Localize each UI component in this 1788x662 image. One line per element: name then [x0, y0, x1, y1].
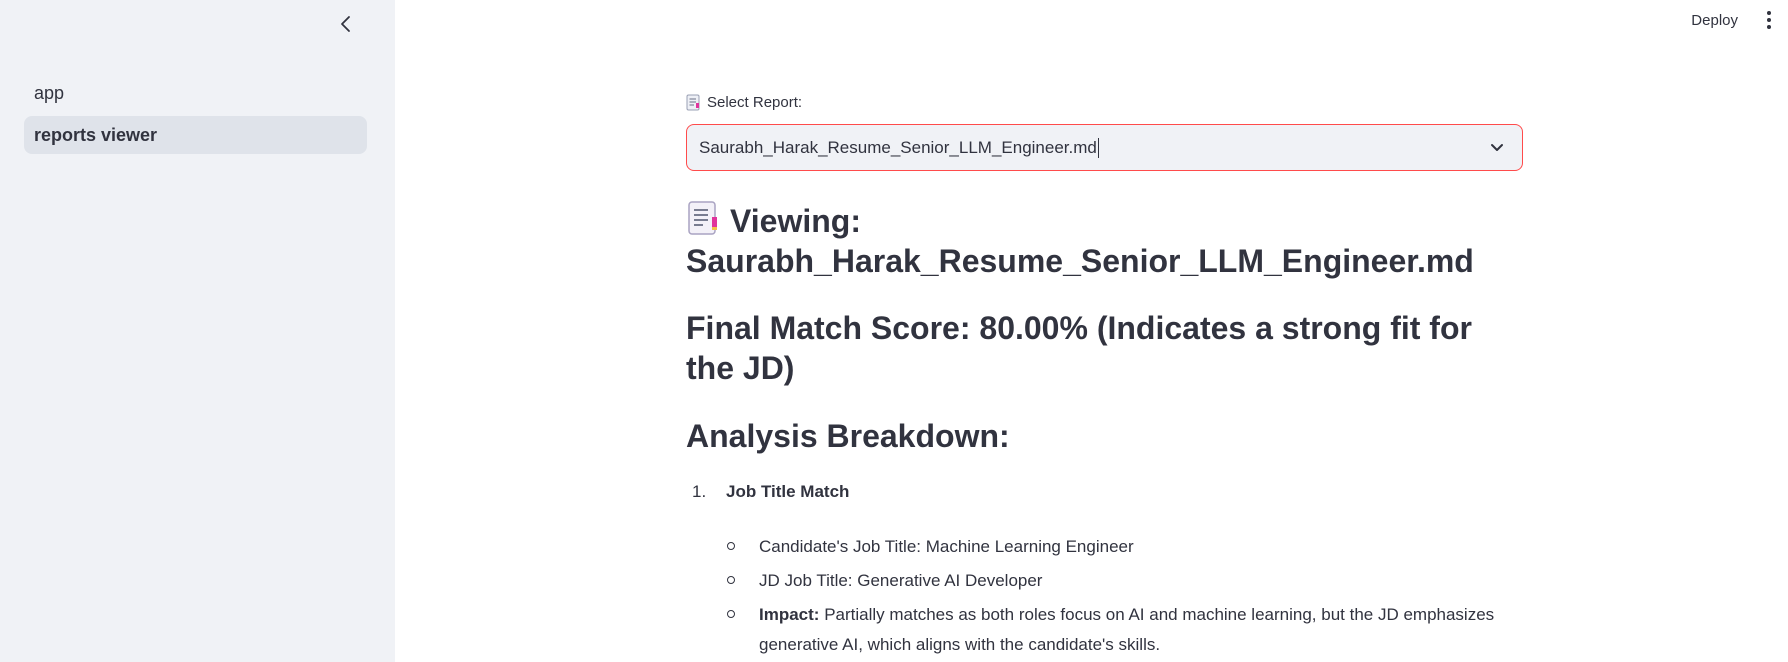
top-toolbar: Deploy: [1679, 0, 1788, 40]
kebab-dot: [1767, 11, 1771, 15]
report-select-value: Saurabh_Harak_Resume_Senior_LLM_Engineer…: [699, 137, 1097, 157]
bullet-item: Impact: Partially matches as both roles …: [725, 600, 1515, 660]
main-menu-button[interactable]: [1756, 0, 1782, 40]
collapse-sidebar-button[interactable]: [332, 10, 360, 38]
viewing-prefix: Viewing:: [730, 203, 861, 239]
bullet-text: JD Job Title: Generative AI Developer: [759, 571, 1043, 590]
viewing-filename: Saurabh_Harak_Resume_Senior_LLM_Engineer…: [686, 243, 1474, 279]
kebab-dot: [1767, 25, 1771, 29]
final-match-score-heading: Final Match Score: 80.00% (Indicates a s…: [686, 310, 1472, 386]
list-item: 1. Job Title Match: [692, 482, 849, 502]
chevron-left-icon: [341, 16, 350, 32]
document-icon: [688, 201, 717, 235]
chevron-down-icon[interactable]: [1488, 138, 1506, 156]
bullet-bold-label: Impact:: [759, 605, 820, 624]
bullet-list: Candidate's Job Title: Machine Learning …: [725, 532, 1515, 662]
bullet-text: Candidate's Job Title: Machine Learning …: [759, 537, 1134, 556]
select-report-label: Select Report:: [686, 94, 802, 111]
viewing-heading: Viewing: Saurabh_Harak_Resume_Senior_LLM…: [686, 200, 1506, 281]
text-cursor: [1097, 137, 1099, 158]
bullet-marker: [725, 566, 759, 596]
sidebar-item-reports-viewer[interactable]: reports viewer: [24, 116, 367, 154]
document-icon: [686, 94, 700, 111]
bullet-item: Candidate's Job Title: Machine Learning …: [725, 532, 1515, 562]
deploy-button[interactable]: Deploy: [1679, 6, 1750, 35]
sidebar-item-label: reports viewer: [34, 124, 158, 145]
kebab-dot: [1767, 18, 1771, 22]
analysis-breakdown-heading: Analysis Breakdown:: [686, 418, 1010, 454]
bullet-rest-text: Partially matches as both roles focus on…: [759, 605, 1495, 654]
sidebar-item-label: app: [34, 82, 65, 103]
sidebar-nav: app reports viewer: [24, 74, 367, 158]
bullet-text: Impact: Partially matches as both roles …: [759, 600, 1515, 660]
report-select[interactable]: Saurabh_Harak_Resume_Senior_LLM_Engineer…: [686, 124, 1523, 171]
select-report-label-text: Select Report:: [707, 94, 803, 111]
sidebar: app reports viewer: [0, 0, 395, 662]
bullet-marker: [725, 532, 759, 562]
bullet-marker: [725, 600, 759, 660]
list-number: 1.: [692, 482, 707, 501]
list-item-title: Job Title Match: [726, 482, 850, 501]
bullet-item: JD Job Title: Generative AI Developer: [725, 566, 1515, 596]
sidebar-item-app[interactable]: app: [24, 74, 367, 112]
